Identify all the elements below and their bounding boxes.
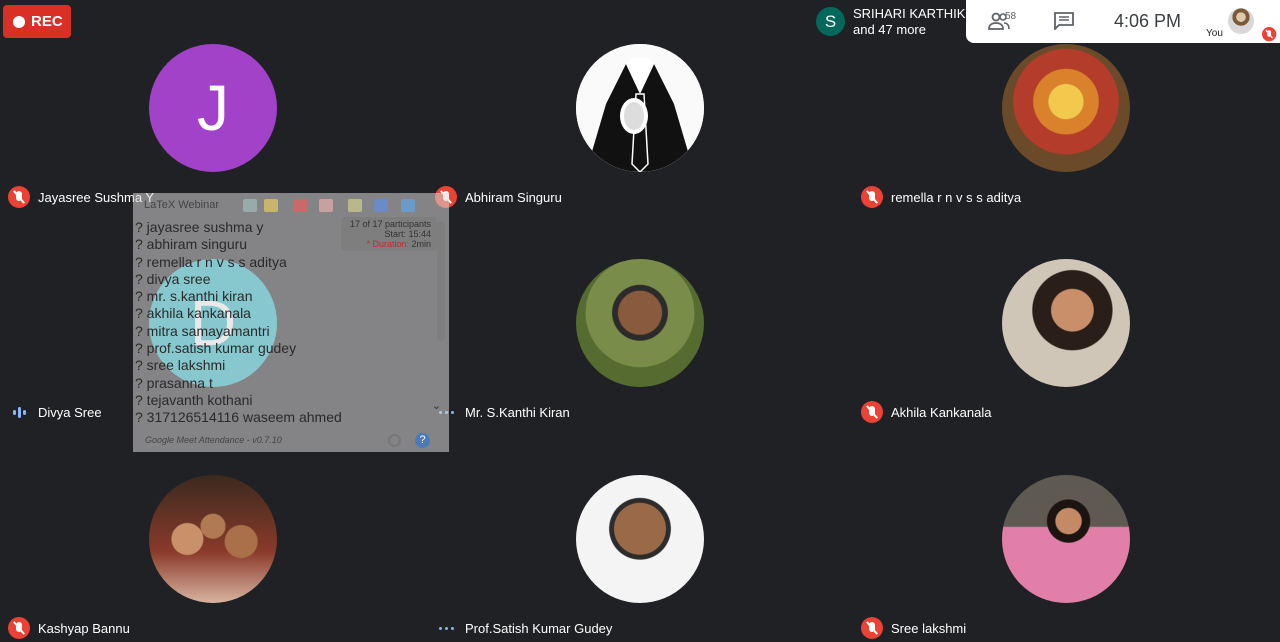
participant-name: Sree lakshmi (891, 620, 967, 636)
participant-avatar (1002, 475, 1130, 603)
list-item: ? akhila kankanala (135, 305, 251, 322)
suit-silhouette-image (576, 44, 704, 172)
mic-off-icon (8, 617, 30, 639)
duration-label: * Duration: (366, 239, 409, 249)
folder-icon[interactable] (264, 199, 278, 212)
mic-off-icon (861, 617, 883, 639)
presenter-avatar: S (816, 7, 845, 36)
record-dot-icon (13, 15, 25, 28)
duration-value: 2min (411, 239, 431, 249)
participant-name-tag: Kashyap Bannu (8, 617, 130, 639)
more-options-icon[interactable] (435, 626, 457, 630)
participant-name: Mr. S.Kanthi Kiran (465, 404, 570, 420)
participant-name-tag: Abhiram Singuru (435, 186, 562, 208)
list-item: ? prof.satish kumar gudey (135, 340, 297, 357)
participant-avatar: J (149, 44, 277, 172)
participant-name: remella r n v s s aditya (891, 189, 1022, 205)
presenter-indicator[interactable]: S SRIHARI KARTHIK and 47 more (808, 0, 966, 43)
list-item: ? prasanna t (135, 374, 213, 391)
participant-avatar (1002, 259, 1130, 387)
participant-name-tag: Akhila Kankanala (861, 401, 991, 423)
participant-name-tag: Prof.Satish Kumar Gudey (435, 617, 612, 639)
attendance-panel: LaTeX Webinar 17 of 17 participants Star… (133, 193, 449, 452)
participant-name: Divya Sree (38, 404, 102, 420)
participant-name: Akhila Kankanala (891, 404, 992, 420)
attendance-list: ? jayasree sushma y ? abhiram singuru ? … (135, 219, 342, 427)
participant-avatar (149, 475, 277, 603)
list-item: ? sree lakshmi (135, 357, 226, 374)
list-item: ? jayasree sushma y (135, 219, 264, 235)
list-item: ? remella r n v s s aditya (135, 253, 287, 270)
list-item: ? abhiram singuru (135, 236, 248, 253)
attendance-scrollbar[interactable] (437, 221, 445, 341)
participant-name-tag: remella r n v s s aditya (861, 186, 1021, 208)
participant-avatar (1002, 44, 1130, 172)
participant-name: Kashyap Bannu (38, 620, 130, 636)
participant-name: Prof.Satish Kumar Gudey (465, 620, 613, 636)
participant-name: Abhiram Singuru (465, 189, 562, 205)
dropdown-icon[interactable] (243, 199, 257, 212)
participant-name-tag: Mr. S.Kanthi Kiran (435, 401, 570, 423)
self-mic-off-icon (1262, 27, 1277, 42)
eraser-icon[interactable] (319, 199, 333, 212)
list-item: ? divya sree (135, 270, 211, 287)
participant-name-tag: Sree lakshmi (861, 617, 966, 639)
attendance-class-title: LaTeX Webinar (144, 199, 220, 211)
participant-avatar (576, 475, 704, 603)
mic-off-icon (861, 401, 883, 423)
meeting-top-bar: 58 4:06 PM You (966, 0, 1280, 43)
speaking-icon (8, 406, 30, 418)
participant-avatar (576, 259, 704, 387)
help-icon[interactable]: ? (415, 433, 430, 448)
export-icon[interactable] (348, 199, 362, 212)
self-avatar[interactable] (1228, 8, 1254, 34)
mic-off-icon (8, 186, 30, 208)
presenter-name: SRIHARI KARTHIK (853, 5, 966, 21)
attendance-header: LaTeX Webinar (133, 193, 449, 217)
attendance-footer: Google Meet Attendance - v0.7.10 ? (133, 430, 449, 452)
attendance-stats: 17 of 17 participants Start: 15:44 * Dur… (341, 217, 437, 251)
presenter-others: and 47 more (853, 21, 926, 37)
recording-label: REC (31, 13, 63, 30)
self-label: You (1206, 28, 1223, 39)
recording-badge: REC (3, 5, 71, 38)
gear-icon[interactable] (388, 434, 401, 447)
extension-version: Google Meet Attendance - v0.7.10 (145, 435, 282, 445)
list-item: ? 317126514116 waseem ahmed (135, 409, 342, 426)
delete-icon[interactable] (293, 199, 307, 212)
participant-name-tag: Divya Sree (8, 401, 102, 423)
chevron-down-icon[interactable]: ⌄ (432, 399, 441, 412)
meeting-clock: 4:06 PM (1114, 11, 1182, 31)
participant-count: 58 (1005, 11, 1017, 22)
list-item: ? tejavanth kothani (135, 391, 253, 408)
start-time: Start: 15:44 (384, 229, 431, 239)
mic-off-icon (861, 186, 883, 208)
participant-ratio: 17 of 17 participants (349, 219, 431, 229)
chat-icon[interactable] (1054, 12, 1074, 30)
list-item: ? mitra samayamantri (135, 322, 270, 339)
list-item: ? mr. s.kanthi kiran (135, 288, 253, 305)
participant-avatar (576, 44, 704, 172)
sheet-icon[interactable] (374, 199, 388, 212)
save-icon[interactable] (401, 199, 415, 212)
